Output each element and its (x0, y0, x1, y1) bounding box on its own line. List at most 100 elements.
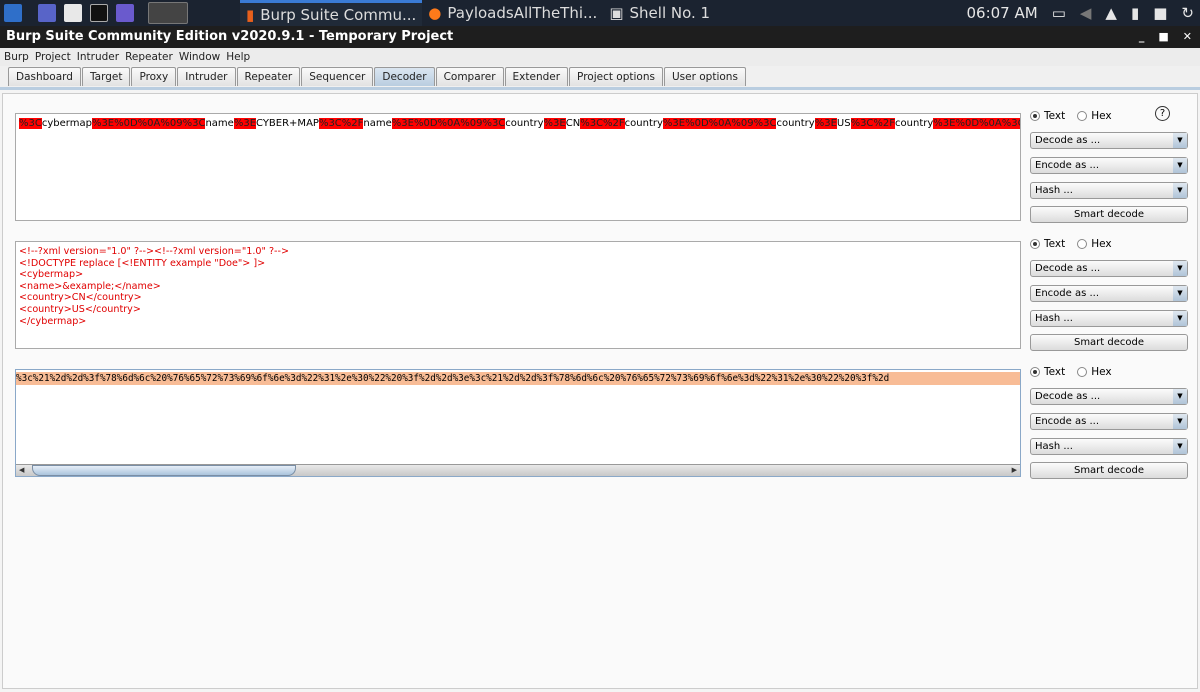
horizontal-scrollbar[interactable]: ◀ ▶ (16, 464, 1020, 476)
decoder-input-panel-2[interactable]: <!--?xml version="1.0" ?--><!--?xml vers… (15, 241, 1021, 349)
hex-radio[interactable] (1077, 239, 1088, 249)
encoded-segment: %3E (543, 118, 566, 129)
hash-dropdown[interactable]: Hash ... ▼ (1030, 182, 1188, 199)
encoded-text: %3Ccybermap%3E%0D%0A%09%3Cname%3ECYBER+M… (19, 118, 1020, 130)
terminal-icon: ▣ (609, 4, 624, 22)
scroll-right-icon[interactable]: ▶ (1012, 466, 1017, 474)
tab-dashboard[interactable]: Dashboard (8, 67, 81, 86)
chevron-down-icon: ▼ (1173, 286, 1187, 301)
plain-segment: US (836, 118, 851, 129)
main-tabs: Dashboard Target Proxy Intruder Repeater… (8, 67, 747, 86)
text-radio[interactable] (1030, 239, 1040, 249)
tab-intruder[interactable]: Intruder (177, 67, 236, 86)
xml-line: <cybermap> (19, 269, 84, 281)
encoded-segment: %3E (814, 118, 837, 129)
menu-intruder[interactable]: Intruder (77, 48, 119, 66)
encode-as-dropdown[interactable]: Encode as ... ▼ (1030, 285, 1188, 302)
tab-user-options[interactable]: User options (663, 67, 746, 86)
plain-segment: country (624, 118, 663, 129)
hash-dropdown[interactable]: Hash ... ▼ (1030, 438, 1188, 455)
decoder-content: %3Ccybermap%3E%0D%0A%09%3Cname%3ECYBER+M… (0, 87, 1200, 692)
encoded-segment: %3E%0D%0A%3C%2F (933, 118, 1020, 129)
battery-icon[interactable]: ▮ (1131, 4, 1139, 22)
chevron-down-icon: ▼ (1173, 133, 1187, 148)
taskbar-window-firefox[interactable]: ● PayloadsAllTheThi... (422, 0, 603, 26)
hex-radio-label[interactable]: Hex (1091, 110, 1111, 122)
notification-bell-icon[interactable]: ▲ (1105, 4, 1117, 22)
taskbar-window-burp[interactable]: ▮ Burp Suite Commu... (240, 0, 423, 26)
tab-extender[interactable]: Extender (504, 67, 569, 86)
menu-burp[interactable]: Burp (4, 48, 29, 66)
logout-icon[interactable]: ↻ (1181, 4, 1194, 22)
encoded-segment: %3E%0D%0A%09%3C (391, 118, 506, 129)
decoder-input-panel-3[interactable]: %3c%21%2d%2d%3f%78%6d%6c%20%76%65%72%73%… (15, 369, 1021, 477)
kali-menu-icon[interactable] (4, 4, 22, 22)
lock-icon[interactable]: ■ (1153, 4, 1167, 22)
terminal-icon[interactable] (90, 4, 108, 22)
text-radio[interactable] (1030, 367, 1040, 377)
tab-decoder[interactable]: Decoder (374, 67, 435, 86)
hash-dropdown[interactable]: Hash ... ▼ (1030, 310, 1188, 327)
file-manager-icon[interactable] (64, 4, 82, 22)
chevron-down-icon: ▼ (1173, 183, 1187, 198)
hex-radio-label[interactable]: Hex (1091, 238, 1111, 250)
maximize-icon[interactable]: ■ (1158, 26, 1168, 48)
text-radio[interactable] (1030, 111, 1040, 121)
smart-decode-button[interactable]: Smart decode (1030, 334, 1188, 351)
decode-as-dropdown[interactable]: Decode as ... ▼ (1030, 260, 1188, 277)
text-radio-label[interactable]: Text (1044, 366, 1065, 378)
plain-segment: name (205, 118, 234, 129)
burp-icon: ▮ (246, 5, 255, 24)
tab-sequencer[interactable]: Sequencer (301, 67, 374, 86)
scrollbar-thumb[interactable] (32, 465, 296, 476)
hex-encoded-text: %3c%21%2d%2d%3f%78%6d%6c%20%76%65%72%73%… (16, 372, 1020, 385)
xml-line: </cybermap> (19, 315, 87, 327)
xml-line: <country>US</country> (19, 303, 141, 315)
encoded-segment: %3E%0D%0A%09%3C (662, 118, 777, 129)
display-icon[interactable]: ▭ (1052, 4, 1066, 22)
clock[interactable]: 06:07 AM (966, 4, 1037, 22)
text-radio-label[interactable]: Text (1044, 110, 1065, 122)
xml-line: <country>CN</country> (19, 292, 142, 304)
chevron-down-icon: ▼ (1173, 261, 1187, 276)
encoded-segment: %3C%2F (580, 118, 625, 129)
tab-target[interactable]: Target (81, 67, 131, 86)
encode-as-dropdown[interactable]: Encode as ... ▼ (1030, 157, 1188, 174)
chevron-down-icon: ▼ (1173, 158, 1187, 173)
plain-segment: CYBER+MAP (256, 118, 319, 129)
screen-recorder-icon[interactable] (116, 4, 134, 22)
hex-radio[interactable] (1077, 111, 1088, 121)
chevron-down-icon: ▼ (1173, 414, 1187, 429)
window-title: Burp Suite Community Edition v2020.9.1 -… (6, 29, 454, 44)
hex-radio[interactable] (1077, 367, 1088, 377)
decoded-xml-text: <!--?xml version="1.0" ?--><!--?xml vers… (19, 246, 1017, 327)
smart-decode-button[interactable]: Smart decode (1030, 462, 1188, 479)
hex-radio-label[interactable]: Hex (1091, 366, 1111, 378)
decode-as-dropdown[interactable]: Decode as ... ▼ (1030, 388, 1188, 405)
encode-as-dropdown[interactable]: Encode as ... ▼ (1030, 413, 1188, 430)
xml-line: <!DOCTYPE replace [<!ENTITY example "Doe… (19, 257, 266, 269)
burp-launcher-icon[interactable] (148, 2, 188, 24)
help-icon[interactable]: ? (1155, 106, 1170, 121)
tab-proxy[interactable]: Proxy (131, 67, 177, 86)
smart-decode-button[interactable]: Smart decode (1030, 206, 1188, 223)
menu-help[interactable]: Help (226, 48, 250, 66)
menu-repeater[interactable]: Repeater (125, 48, 173, 66)
decode-as-dropdown[interactable]: Decode as ... ▼ (1030, 132, 1188, 149)
minimize-icon[interactable]: _ (1139, 26, 1145, 48)
plain-segment: country (776, 118, 815, 129)
menu-project[interactable]: Project (35, 48, 71, 66)
text-radio-label[interactable]: Text (1044, 238, 1065, 250)
menu-window[interactable]: Window (179, 48, 220, 66)
close-icon[interactable]: ✕ (1183, 26, 1192, 48)
encoded-segment: %3C%2F (318, 118, 364, 129)
decoder-input-panel-1[interactable]: %3Ccybermap%3E%0D%0A%09%3Cname%3ECYBER+M… (15, 113, 1021, 221)
volume-icon[interactable]: ◀ (1080, 4, 1092, 22)
desktop-icon[interactable] (38, 4, 56, 22)
tab-project-options[interactable]: Project options (569, 67, 663, 86)
chevron-down-icon: ▼ (1173, 311, 1187, 326)
tab-repeater[interactable]: Repeater (236, 67, 301, 86)
scroll-left-icon[interactable]: ◀ (19, 466, 24, 474)
tab-comparer[interactable]: Comparer (435, 67, 504, 86)
taskbar-window-shell[interactable]: ▣ Shell No. 1 (603, 0, 716, 26)
